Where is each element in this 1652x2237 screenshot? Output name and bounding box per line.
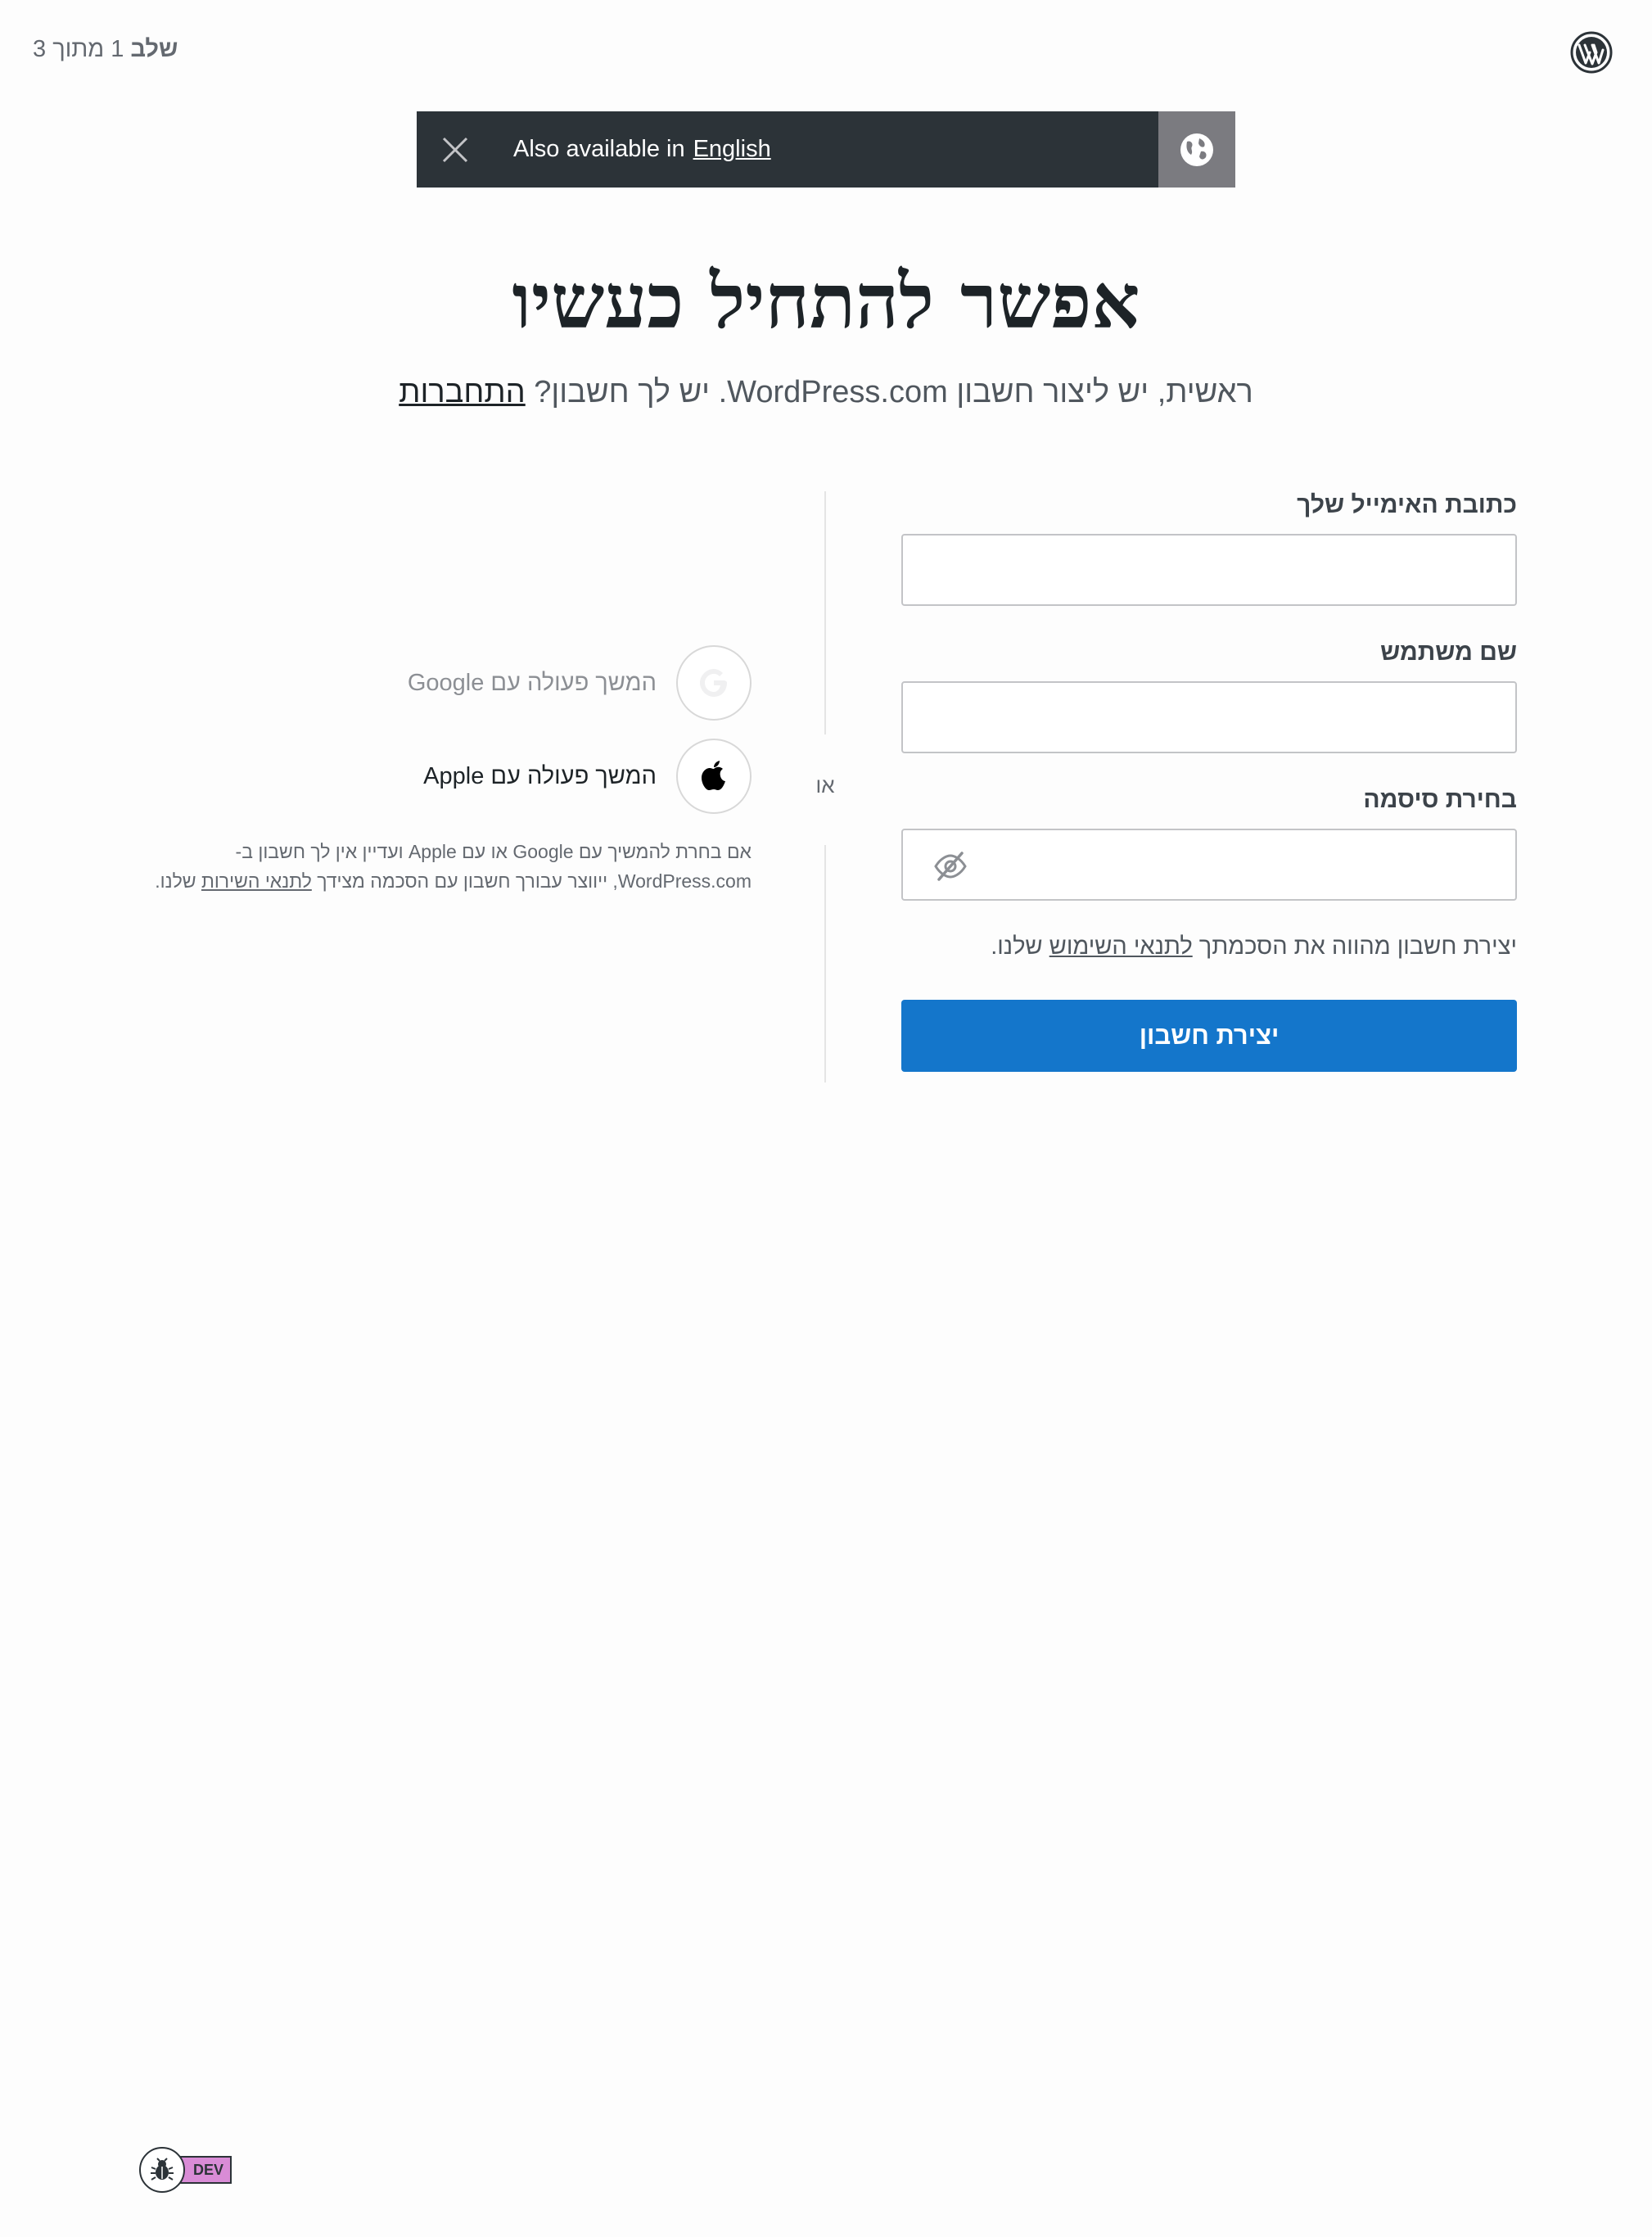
password-field[interactable] — [901, 829, 1517, 901]
step-prefix: שלב — [130, 36, 178, 62]
dev-environment-badge[interactable]: DEV — [139, 2147, 232, 2193]
social-terms-note: אם בחרת להמשיך עם Google או עם Apple ועד… — [147, 837, 752, 896]
username-field[interactable] — [901, 681, 1517, 753]
terms-of-service-link[interactable]: לתנאי השימוש — [1049, 933, 1193, 960]
locale-close-button[interactable] — [417, 111, 494, 188]
username-label: שם משתמש — [1380, 639, 1517, 666]
locale-globe-button[interactable] — [1158, 111, 1235, 188]
email-field[interactable] — [901, 534, 1517, 606]
terms-of-service-link-social[interactable]: לתנאי השירות — [201, 870, 312, 892]
google-icon-circle — [676, 645, 752, 721]
login-link[interactable]: התחברות — [399, 375, 526, 409]
wordpress-logo[interactable] — [1570, 31, 1613, 74]
step-count: 1 מתוך 3 — [33, 36, 124, 62]
signup-page: שלב 1 מתוך 3 Also available in English א… — [0, 0, 1652, 2237]
bug-icon — [151, 2158, 174, 2181]
apple-icon — [702, 761, 725, 790]
locale-text: Also available in — [513, 136, 685, 162]
signup-form: כתובת האימייל שלך שם משתמש בחירת סיסמה י… — [901, 491, 1517, 1072]
google-icon — [700, 669, 727, 697]
apple-icon-circle — [676, 739, 752, 814]
bug-icon-circle — [139, 2147, 185, 2193]
terms-of-service-text: יצירת חשבון מהווה את הסכמתך לתנאי השימוש… — [901, 933, 1517, 960]
google-login-button[interactable]: המשך פעולה עם Google — [147, 645, 752, 721]
tos-suffix: שלנו. — [991, 933, 1043, 960]
google-label: המשך פעולה עם Google — [407, 669, 657, 696]
divider-line-bottom — [824, 845, 826, 1082]
social-note-text: אם בחרת להמשיך עם Google או עם Apple ועד… — [235, 841, 752, 892]
apple-label: המשך פעולה עם Apple — [423, 762, 657, 789]
divider-or-text: או — [815, 773, 835, 798]
eye-slash-icon[interactable] — [932, 848, 968, 884]
step-indicator: שלב 1 מתוך 3 — [33, 36, 178, 63]
password-label: בחירת סיסמה — [1363, 786, 1517, 813]
subtitle-text: ראשית, יש ליצור חשבון WordPress.com. יש … — [534, 375, 1253, 409]
social-note-suffix: שלנו. — [155, 870, 196, 892]
tos-prefix: יצירת חשבון מהווה את הסכמתך — [1198, 933, 1517, 960]
close-icon — [442, 137, 468, 162]
create-account-button[interactable]: יצירת חשבון — [901, 1000, 1517, 1072]
dev-label: DEV — [180, 2156, 232, 2184]
email-label: כתובת האימייל שלך — [1297, 491, 1517, 518]
locale-english-link[interactable]: English — [693, 136, 771, 163]
locale-suggestion-banner: Also available in English — [417, 111, 1235, 188]
apple-login-button[interactable]: המשך פעולה עם Apple — [147, 739, 752, 814]
locale-message: Also available in English — [494, 111, 1158, 188]
divider-line-top — [824, 491, 826, 734]
page-title: אפשר להתחיל כעשיו — [512, 257, 1140, 346]
page-subtitle: ראשית, יש ליצור חשבון WordPress.com. יש … — [0, 375, 1652, 410]
social-login: המשך פעולה עם Google המשך פעולה עם Apple… — [147, 645, 752, 896]
globe-icon — [1180, 133, 1213, 166]
